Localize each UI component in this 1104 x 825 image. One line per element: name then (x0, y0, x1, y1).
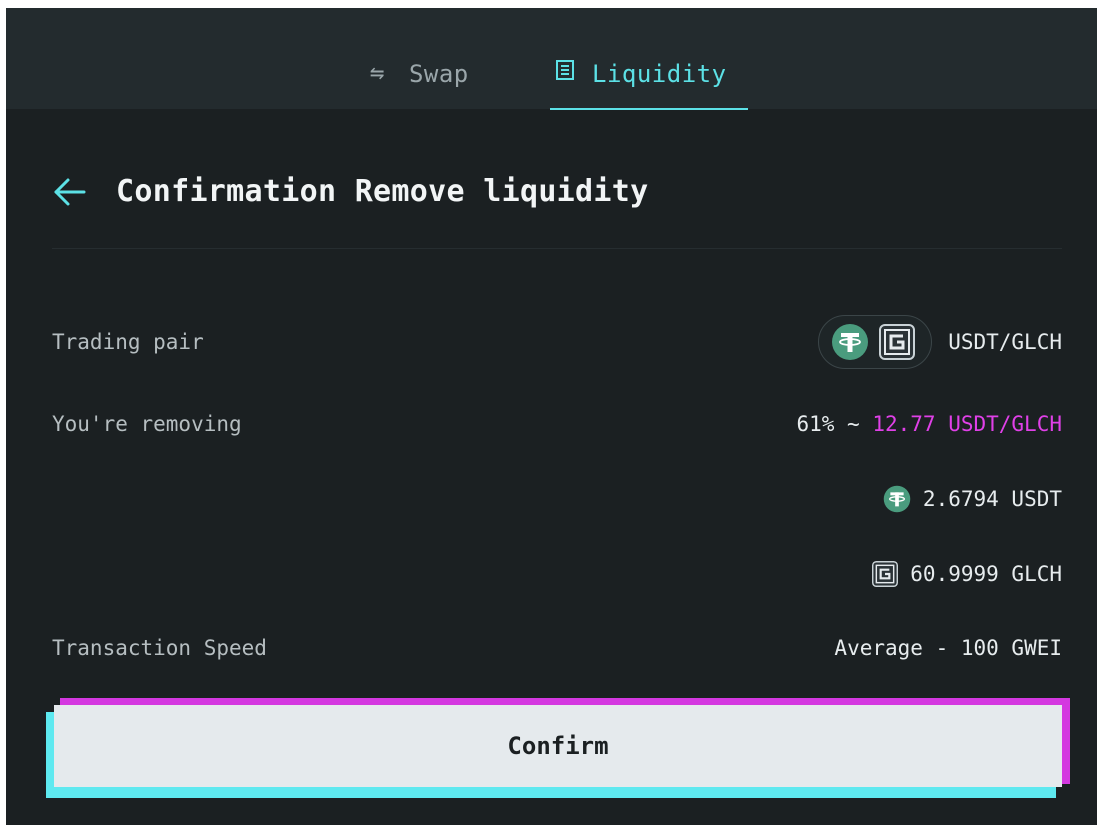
removing-value: 61% ~ 12.77 USDT/GLCH (796, 412, 1062, 436)
usdt-icon (832, 324, 869, 360)
page-title: Confirmation Remove liquidity (116, 174, 649, 209)
glch-icon (879, 324, 916, 360)
liquidity-icon (556, 60, 574, 84)
glch-amount: 60.9999 GLCH (910, 562, 1062, 586)
speed-value: Average - 100 GWEI (834, 636, 1062, 660)
removing-row: You're removing 61% ~ 12.77 USDT/GLCH (52, 404, 1062, 444)
removing-label: You're removing (52, 412, 242, 436)
usdt-amount: 2.6794 USDT (922, 487, 1062, 511)
tab-swap-label: Swap (408, 60, 469, 88)
glch-icon (872, 561, 899, 587)
confirm-button[interactable]: Confirm (54, 705, 1062, 787)
page-header: Confirmation Remove liquidity (52, 174, 648, 209)
tab-liquidity-label: Liquidity (592, 60, 727, 88)
speed-row: Transaction Speed Average - 100 GWEI (52, 628, 1062, 668)
trading-pair-value: USDT/GLCH (948, 330, 1062, 354)
tab-swap[interactable]: ⇋ Swap (370, 48, 469, 108)
glch-amount-row: 60.9999 GLCH (52, 554, 1062, 594)
trading-pair-label: Trading pair (52, 330, 204, 354)
arrow-left-icon[interactable] (52, 177, 86, 207)
swap-arrows-icon: ⇋ (370, 58, 385, 86)
trading-pair-row: Trading pair USDT/GLCH (52, 315, 1062, 369)
tab-liquidity[interactable]: Liquidity (550, 48, 748, 110)
removing-amount: 12.77 USDT/GLCH (872, 412, 1062, 436)
divider (52, 248, 1062, 249)
usdt-amount-row: 2.6794 USDT (52, 479, 1062, 519)
glch-amount-group: 60.9999 GLCH (872, 561, 1062, 587)
removing-percent: 61% ~ (796, 412, 873, 436)
remove-liquidity-panel: ⇋ Swap Liquidity Confirmation Remove liq… (6, 8, 1097, 825)
usdt-icon (883, 485, 911, 513)
pair-icons-pill (818, 315, 933, 369)
confirm-button-wrap: Confirm (46, 698, 1071, 798)
usdt-amount-group: 2.6794 USDT (883, 485, 1062, 513)
trading-pair-value-group: USDT/GLCH (818, 315, 1062, 369)
speed-label: Transaction Speed (52, 636, 267, 660)
tab-bar: ⇋ Swap Liquidity (6, 8, 1097, 110)
